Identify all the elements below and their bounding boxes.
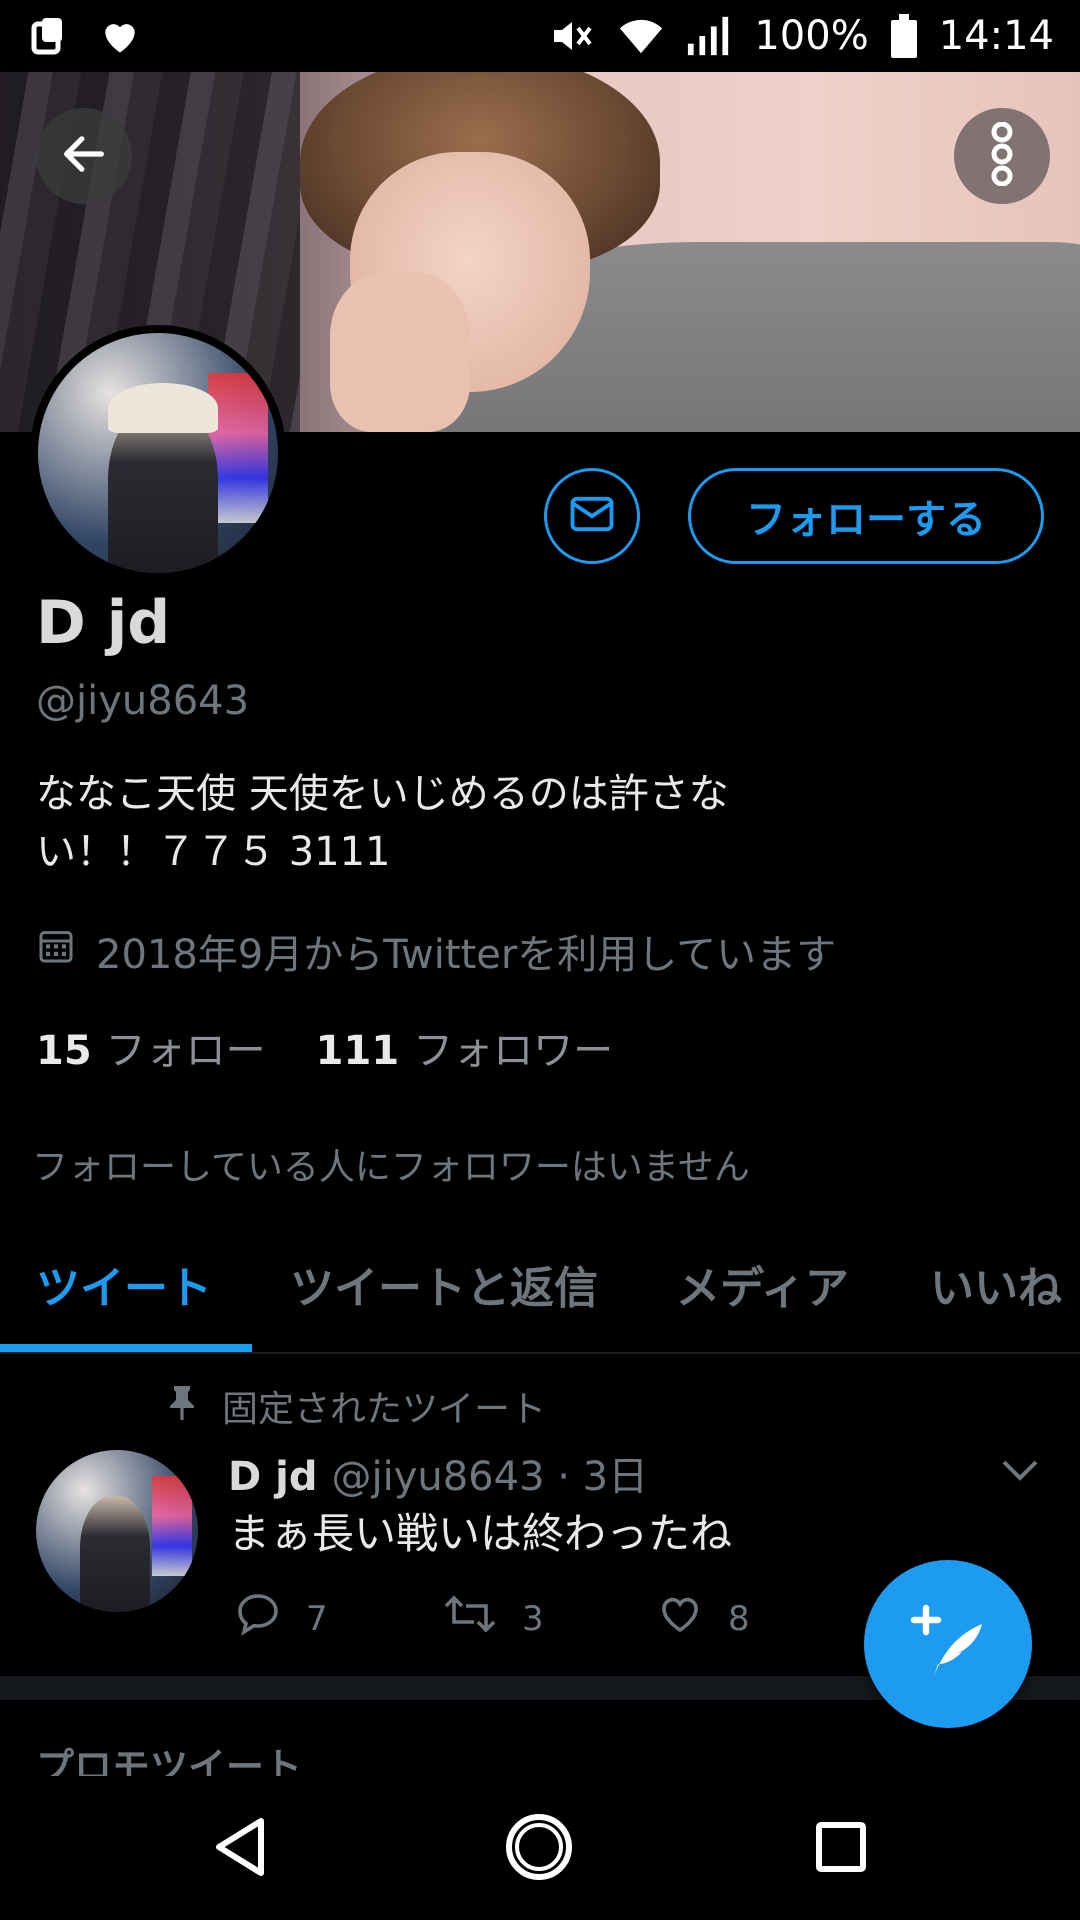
tweet-header: D jd @jiyu8643 · 3日	[228, 1444, 648, 1502]
known-followers-text: フォローしている人にフォロワーはいません	[32, 1147, 750, 1188]
message-button[interactable]	[544, 468, 640, 564]
clock: 14:14	[938, 13, 1054, 59]
heart-outline-icon	[656, 1590, 704, 1647]
profile-handle: @jiyu8643	[36, 678, 250, 724]
profile-tabs: ツイート ツイートと返信 メディア いいね	[0, 1240, 1080, 1354]
more-options-button[interactable]	[954, 108, 1050, 204]
reply-count: 7	[306, 1598, 328, 1639]
tab-likes[interactable]: いいね	[930, 1252, 1062, 1316]
pinned-indicator: 固定されたツイート	[166, 1380, 546, 1432]
heart-icon	[98, 14, 142, 58]
nav-back-button[interactable]	[196, 1804, 286, 1894]
retweet-button[interactable]: 3	[442, 1590, 544, 1647]
avatar-cap	[108, 383, 218, 433]
tweet-avatar-person	[80, 1496, 150, 1612]
following-link[interactable]: 15 フォロー	[36, 1018, 266, 1076]
nav-home-button[interactable]	[494, 1804, 584, 1894]
compose-tweet-button[interactable]	[864, 1560, 1032, 1728]
mail-icon	[566, 488, 618, 544]
square-recents-icon	[813, 1819, 869, 1879]
like-count: 8	[728, 1598, 750, 1639]
retweet-icon	[442, 1590, 498, 1647]
triangle-back-icon	[209, 1815, 273, 1883]
followers-link[interactable]: 111 フォロワー	[316, 1018, 614, 1076]
reply-button[interactable]: 7	[234, 1590, 328, 1647]
wifi-icon	[618, 16, 664, 56]
following-label: フォロー	[105, 1028, 266, 1074]
tweet-menu-button[interactable]	[1000, 1456, 1040, 1488]
mute-icon	[548, 14, 596, 58]
joined-date: 2018年9月からTwitterを利用しています	[36, 922, 836, 980]
retweet-count: 3	[522, 1598, 544, 1639]
battery-icon	[890, 14, 917, 58]
tweet-text[interactable]: まぁ長い戦いは終わったね	[228, 1500, 732, 1561]
like-button[interactable]: 8	[656, 1590, 750, 1647]
nav-recents-button[interactable]	[796, 1804, 886, 1894]
calendar-icon	[36, 926, 76, 976]
joined-text: 2018年9月からTwitterを利用しています	[96, 932, 837, 978]
followers-label: フォロワー	[413, 1028, 614, 1074]
tweet-avatar-neon	[152, 1476, 192, 1576]
circle-home-icon	[503, 1811, 575, 1887]
pinned-label: 固定されたツイート	[222, 1389, 547, 1430]
tab-tweets-and-replies[interactable]: ツイートと返信	[290, 1252, 598, 1316]
system-navigation-bar	[0, 1776, 1080, 1920]
signal-icon	[686, 14, 732, 58]
tab-indicator	[0, 1344, 252, 1352]
compose-quill-icon	[906, 1600, 990, 1688]
chevron-down-icon	[1000, 1460, 1040, 1488]
tweet-avatar[interactable]	[36, 1450, 198, 1612]
back-button[interactable]	[36, 108, 132, 204]
tweet-actions: 7 3 8	[228, 1590, 828, 1646]
pin-icon	[166, 1384, 198, 1429]
following-count: 15	[36, 1028, 92, 1074]
profile-screen: 100% 14:14 フォローする D jd @jiyu8643 ななこ天使 天…	[0, 0, 1080, 1920]
tab-media[interactable]: メディア	[676, 1252, 849, 1316]
tweet-author-handle-time: @jiyu8643 · 3日	[331, 1454, 649, 1500]
followers-count: 111	[315, 1028, 400, 1074]
profile-name: D jd	[36, 588, 171, 658]
clipboard-icon	[26, 14, 70, 58]
follow-counts: 15 フォロー 111 フォロワー	[36, 1018, 613, 1076]
more-vertical-icon	[982, 121, 1022, 190]
arrow-left-icon	[58, 128, 110, 184]
status-bar: 100% 14:14	[0, 0, 1080, 72]
profile-bio: ななこ天使 天使をいじめるのは許さな い！！７７５ 3111	[36, 771, 729, 875]
reply-icon	[234, 1590, 282, 1647]
follow-button[interactable]: フォローする	[688, 468, 1044, 564]
tweet-author-name[interactable]: D jd	[228, 1454, 317, 1500]
tab-tweets[interactable]: ツイート	[36, 1252, 212, 1316]
banner-hand	[330, 272, 470, 432]
profile-actions: フォローする	[0, 468, 1080, 564]
battery-percent: 100%	[754, 13, 869, 59]
